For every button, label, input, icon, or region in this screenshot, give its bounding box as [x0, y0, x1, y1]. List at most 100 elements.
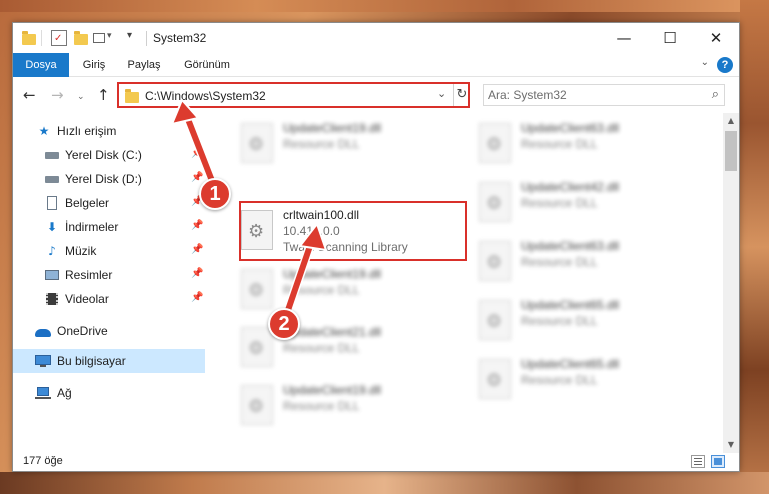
sidebar-item-label: Yerel Disk (C:)	[65, 148, 142, 162]
file-item[interactable]: ⚙ UpdateClient19.dll Resource DLL	[235, 263, 465, 319]
dll-file-icon: ⚙	[241, 269, 273, 309]
recent-locations-icon[interactable]: ⌄	[77, 88, 85, 106]
vertical-scrollbar[interactable]: ▲ ▼	[723, 113, 739, 453]
music-icon: ♪	[48, 244, 56, 258]
quick-access-dropdown-icon[interactable]: ▾	[127, 30, 132, 41]
item-count: 177 öğe	[23, 455, 63, 467]
scroll-up-icon[interactable]: ▲	[723, 113, 739, 129]
document-icon	[45, 196, 59, 210]
sidebar-item-label: Yerel Disk (D:)	[65, 172, 142, 186]
file-item[interactable]: ⚙ UpdateClient65.dll Resource DLL	[473, 353, 703, 409]
network-icon	[35, 386, 51, 400]
status-bar: 177 öğe	[13, 453, 739, 471]
file-name: UpdateClient63.dll	[521, 239, 620, 253]
file-item[interactable]: ⚙ UpdateClient63.dll Resource DLL	[473, 235, 703, 291]
file-description: Resource DLL	[521, 137, 598, 151]
pin-icon[interactable]: 📌	[191, 172, 203, 183]
dll-file-icon: ⚙	[479, 182, 511, 222]
sidebar-item-local-disk-d[interactable]: Yerel Disk (D:) 📌	[13, 167, 205, 191]
sidebar-item-label: Belgeler	[65, 196, 110, 210]
search-box[interactable]: ⌕	[483, 84, 725, 106]
pin-icon[interactable]: 📌	[191, 292, 203, 303]
dll-file-icon: ⚙	[241, 327, 273, 367]
new-folder-icon[interactable]	[73, 30, 89, 46]
ribbon-tabs: Dosya Giriş Paylaş Görünüm ⌄ ?	[13, 53, 739, 77]
dll-file-icon: ⚙	[479, 300, 511, 340]
highlight-box	[239, 201, 467, 261]
dll-file-icon: ⚙	[479, 123, 511, 163]
file-item[interactable]: ⚙ UpdateClient19.dll Resource DLL	[235, 379, 465, 435]
dll-file-icon: ⚙	[479, 359, 511, 399]
sidebar-item-label: Bu bilgisayar	[57, 354, 126, 368]
scroll-down-icon[interactable]: ▼	[723, 437, 739, 453]
sidebar-item-pictures[interactable]: Resimler 📌	[13, 263, 205, 287]
help-icon[interactable]: ?	[717, 57, 733, 73]
pin-icon[interactable]: 📌	[191, 220, 203, 231]
tab-file[interactable]: Dosya	[13, 53, 69, 77]
title-bar: ✓ ▾ ▾ System32 — ☐ ✕	[13, 23, 739, 53]
pin-icon[interactable]: 📌	[191, 268, 203, 279]
file-name: UpdateClient19.dll	[283, 383, 382, 397]
sidebar-item-label: Hızlı erişim	[57, 124, 117, 138]
file-description: Resource DLL	[521, 314, 598, 328]
close-button[interactable]: ✕	[693, 23, 739, 53]
address-path[interactable]: C:\Windows\System32	[145, 89, 266, 103]
back-arrow-icon[interactable]: ←	[23, 86, 36, 104]
scroll-thumb[interactable]	[725, 131, 737, 171]
properties-icon[interactable]: ✓	[51, 30, 67, 46]
tab-home[interactable]: Giriş	[73, 53, 115, 77]
minimize-button[interactable]: —	[601, 23, 647, 53]
pin-icon[interactable]: 📌	[191, 148, 203, 159]
search-input[interactable]	[488, 87, 698, 103]
expand-ribbon-icon[interactable]: ⌄	[701, 57, 709, 68]
folder-icon	[125, 89, 139, 103]
file-item[interactable]: ⚙ UpdateClient42.dll Resource DLL	[473, 176, 703, 232]
sidebar-item-videos[interactable]: Videolar 📌	[13, 287, 205, 311]
file-item[interactable]: ⚙ UpdateClient63.dll Resource DLL	[473, 117, 703, 173]
up-arrow-icon[interactable]: ↑	[97, 86, 110, 104]
details-view-icon[interactable]	[691, 455, 705, 468]
maximize-button[interactable]: ☐	[647, 23, 693, 53]
sidebar-item-label: Müzik	[65, 244, 97, 258]
dll-file-icon: ⚙	[479, 241, 511, 281]
customize-toolbar-icon[interactable]: ▾	[93, 30, 112, 46]
pin-icon[interactable]: 📌	[191, 244, 203, 255]
video-icon	[45, 292, 59, 306]
address-bar[interactable]: C:\Windows\System32 ⌄ ↻	[117, 82, 470, 108]
refresh-icon[interactable]: ↻	[453, 84, 470, 106]
step-badge-1: 1	[199, 178, 231, 210]
desktop-background	[740, 0, 769, 494]
sidebar-item-label: Videolar	[65, 292, 109, 306]
drive-icon	[45, 148, 59, 162]
file-item[interactable]: ⚙ UpdateClient65.dll Resource DLL	[473, 294, 703, 350]
cloud-icon	[35, 324, 51, 338]
sidebar-item-music[interactable]: ♪ Müzik 📌	[13, 239, 205, 263]
tab-share[interactable]: Paylaş	[119, 53, 169, 77]
file-description: Resource DLL	[283, 137, 360, 151]
address-dropdown-icon[interactable]: ⌄	[437, 87, 446, 100]
file-list: ⚙ UpdateClient19.dll Resource DLL ⚙ crlt…	[221, 113, 721, 453]
file-name: UpdateClient65.dll	[521, 357, 620, 371]
forward-arrow-icon[interactable]: →	[51, 86, 64, 104]
file-description: Resource DLL	[521, 196, 598, 210]
sidebar-item-documents[interactable]: Belgeler 📌	[13, 191, 205, 215]
picture-icon	[45, 268, 59, 282]
file-name: UpdateClient19.dll	[283, 121, 382, 135]
file-item[interactable]: ⚙ UpdateClient19.dll Resource DLL	[235, 117, 465, 173]
file-description: Resource DLL	[283, 283, 360, 297]
sidebar-item-local-disk-c[interactable]: Yerel Disk (C:) 📌	[13, 143, 205, 167]
sidebar-item-onedrive[interactable]: OneDrive	[13, 319, 205, 343]
file-description: Resource DLL	[521, 255, 598, 269]
sidebar-item-label: Ağ	[57, 386, 72, 400]
large-icons-view-icon[interactable]	[711, 455, 725, 468]
search-icon[interactable]: ⌕	[712, 87, 719, 102]
sidebar-item-quick-access[interactable]: ★ Hızlı erişim	[13, 119, 205, 143]
tab-view[interactable]: Görünüm	[175, 53, 239, 77]
computer-icon	[35, 354, 51, 368]
navigation-bar: ← → ⌄ ↑ C:\Windows\System32 ⌄ ↻ ⌕	[13, 78, 739, 112]
sidebar-item-this-pc[interactable]: Bu bilgisayar	[13, 349, 205, 373]
sidebar-item-network[interactable]: Ağ	[13, 381, 205, 405]
sidebar-item-downloads[interactable]: ⬇ İndirmeler 📌	[13, 215, 205, 239]
dll-file-icon: ⚙	[241, 123, 273, 163]
sidebar-item-label: Resimler	[65, 268, 113, 282]
